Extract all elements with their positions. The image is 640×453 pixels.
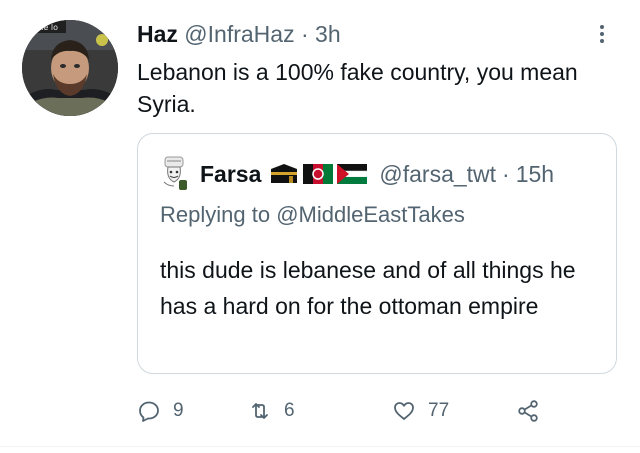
replying-to-line: Replying to @MiddleEastTakes (160, 202, 465, 228)
reply-count: 9 (173, 400, 184, 421)
retweet-icon (252, 403, 268, 419)
quoted-tweet-time[interactable]: 15h (516, 161, 554, 188)
tweet-text: Lebanon is a 100% fake country, you mean… (137, 59, 578, 117)
author-name[interactable]: Haz (137, 21, 178, 47)
replying-to-prefix: Replying to (160, 202, 271, 227)
afghanistan-flag-icon (303, 164, 334, 184)
retweet-count: 6 (284, 400, 295, 421)
tweet-actions: 9 6 77 (137, 396, 607, 426)
quoted-tweet-text: this dude is lebanese and of all things … (160, 257, 576, 319)
tweet-card[interactable]: k the lo Haz @InfraHaz · 3h Lebanon is a… (0, 0, 640, 453)
tweet-header: Haz @InfraHaz · 3h (137, 20, 341, 48)
quoted-tweet-header: Farsa @farsa_twt · 15h (160, 156, 554, 192)
quoted-tweet[interactable]: Farsa @farsa_twt · 15h Replying to @Midd… (137, 133, 617, 374)
kaaba-icon (271, 164, 298, 183)
quoted-time-separator: · (502, 160, 510, 187)
tweet-time[interactable]: 3h (315, 21, 341, 47)
heart-icon (394, 402, 414, 420)
reply-button[interactable]: 9 (137, 396, 184, 426)
quoted-author-avatar[interactable] (160, 156, 192, 192)
retweet-button[interactable]: 6 (248, 396, 295, 426)
quoted-author-name[interactable]: Farsa (200, 161, 261, 188)
svg-text:k the lo: k the lo (28, 23, 58, 32)
palestine-flag-icon (337, 164, 368, 184)
like-button[interactable]: 77 (392, 396, 449, 426)
author-avatar-image: k the lo (22, 20, 118, 116)
quoted-author-handle[interactable]: @farsa_twt (379, 161, 496, 188)
bottom-divider (0, 446, 640, 447)
like-count: 77 (428, 400, 450, 421)
replying-to-handle[interactable]: @MiddleEastTakes (276, 202, 465, 227)
author-avatar[interactable]: k the lo (22, 20, 118, 116)
reply-icon (139, 401, 159, 422)
share-button[interactable] (516, 396, 540, 426)
author-handle[interactable]: @InfraHaz (184, 21, 294, 47)
more-options-icon[interactable] (594, 20, 610, 48)
time-separator: · (300, 21, 309, 47)
share-icon (518, 400, 538, 422)
